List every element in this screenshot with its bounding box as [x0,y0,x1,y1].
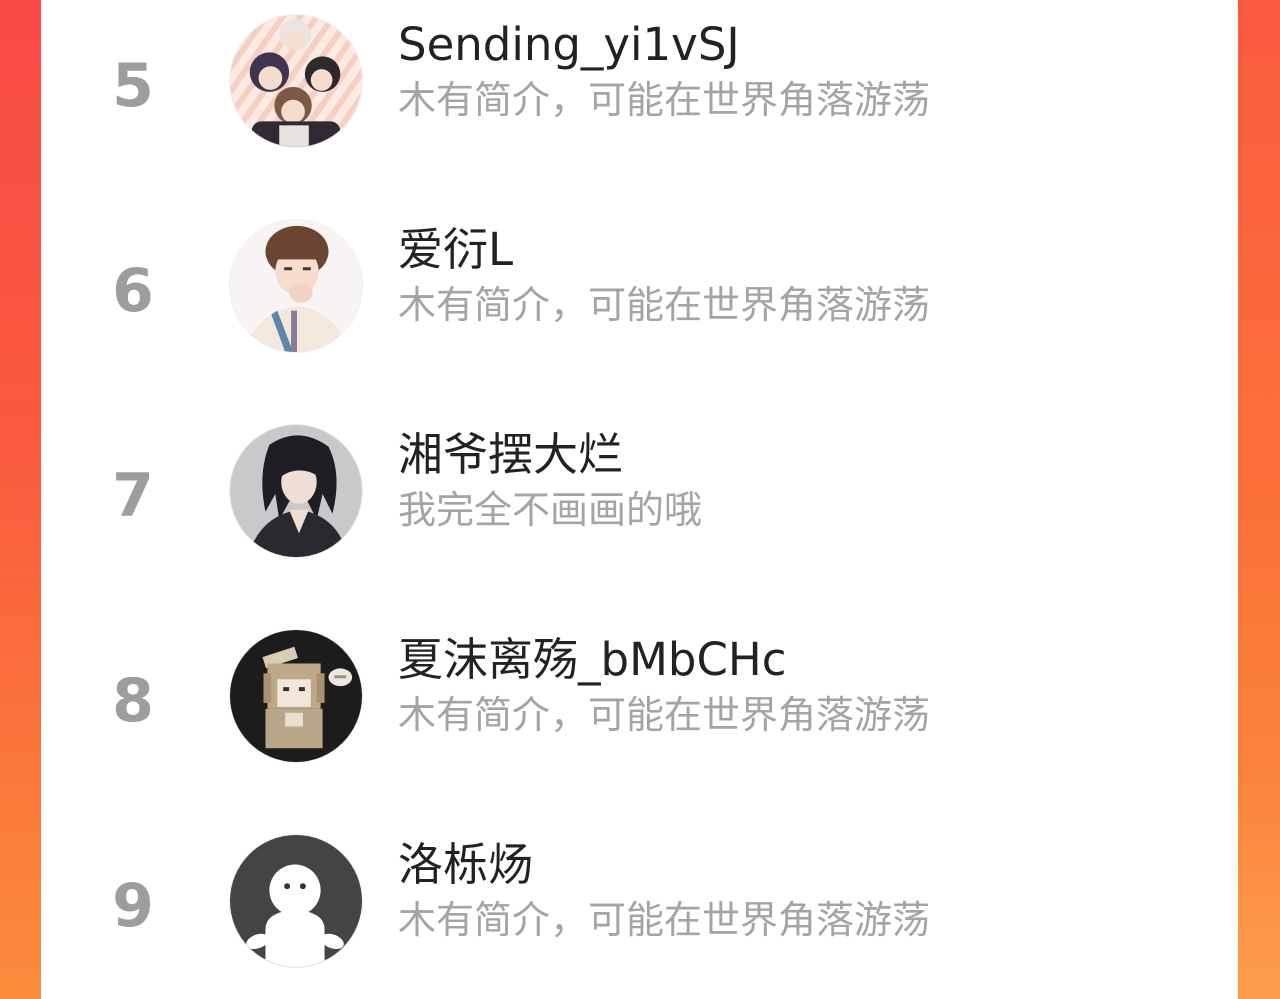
leaderboard-row[interactable]: 8 夏沫离殇_bMbCHc 木有简介，可能在世界角落游荡 [41,593,1238,798]
anime-group-avatar-icon[interactable] [229,14,363,148]
leaderboard-row[interactable]: 7 湘爷摆大烂 我完全不画画的哦 [41,388,1238,593]
rank-number: 9 [112,871,154,941]
username[interactable]: 洛栎炀 [398,840,533,890]
rank-number: 6 [112,256,154,326]
user-bio: 我完全不画画的哦 [398,488,703,532]
leaderboard-row[interactable]: 5 Sending_yi1vSJ 木有简介，可能在世界角落游荡 [41,0,1238,183]
leaderboard-row[interactable]: 9 洛栎炀 木有简介，可能在世界角落游荡 [41,798,1238,999]
background-right-strip [1238,0,1280,999]
leaderboard-panel[interactable]: 5 Sending_yi1vSJ 木有简介，可能在世界角落游荡 6 爱衍L 木有… [41,0,1238,999]
dark-hair-character-avatar-icon[interactable] [229,424,363,558]
default-ghost-avatar-icon[interactable] [229,834,363,968]
user-bio: 木有简介，可能在世界角落游荡 [398,898,931,942]
username[interactable]: 夏沫离殇_bMbCHc [398,635,786,685]
username[interactable]: 爱衍L [398,225,513,275]
username[interactable]: Sending_yi1vSJ [398,20,740,70]
background-glow [1238,790,1280,999]
user-bio: 木有简介，可能在世界角落游荡 [398,78,931,122]
pixel-character-avatar-icon[interactable] [229,629,363,763]
rank-number: 8 [112,666,154,736]
rank-number: 7 [112,461,154,531]
user-bio: 木有简介，可能在世界角落游荡 [398,283,931,327]
leaderboard-row[interactable]: 6 爱衍L 木有简介，可能在世界角落游荡 [41,183,1238,388]
user-bio: 木有简介，可能在世界角落游荡 [398,693,931,737]
username[interactable]: 湘爷摆大烂 [398,430,623,480]
rank-number: 5 [112,51,154,121]
page-background: 5 Sending_yi1vSJ 木有简介，可能在世界角落游荡 6 爱衍L 木有… [0,0,1280,999]
anime-boy-avatar-icon[interactable] [229,219,363,353]
